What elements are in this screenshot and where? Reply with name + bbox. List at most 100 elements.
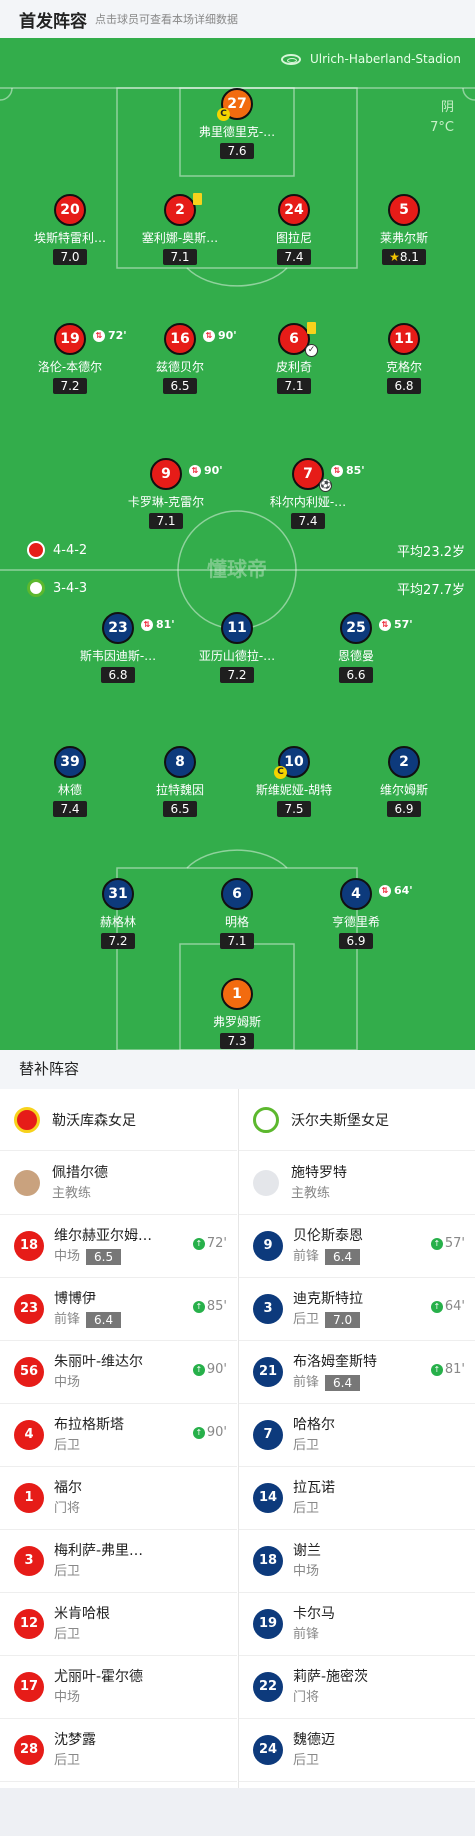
away-player-2[interactable]: 2 维尔姆斯 6.9 (349, 746, 459, 817)
player-number: 21 (253, 1357, 283, 1387)
player-rating: 7.5 (277, 801, 311, 817)
player-rating: 7.6 (220, 143, 254, 159)
bench-player-row[interactable]: 28 沈梦露 后卫 (0, 1719, 237, 1782)
home-coach[interactable]: 佩措尔德 主教练 (0, 1151, 237, 1215)
bench-player-row[interactable]: 23 博博伊 前锋 6.4 ↑ 85' (0, 1278, 237, 1341)
bench-player-row[interactable]: 7 哈格尔 后卫 (239, 1404, 475, 1467)
home-player-2[interactable]: 2 塞利娜-奥斯… 7.1 (125, 193, 235, 265)
sub-out-badge: ⇅ 57' (379, 611, 413, 639)
player-rating: 7.1 (220, 933, 254, 949)
player-name: 弗罗姆斯 (212, 1015, 261, 1029)
bench-player-row[interactable]: 19 卡尔马 前锋 (239, 1593, 475, 1656)
home-player-20[interactable]: 20 埃斯特雷利… 7.0 (15, 194, 125, 265)
away-player-39[interactable]: 39 林德 7.4 (15, 746, 125, 817)
player-number: 6 (221, 878, 253, 910)
sub-in-icon: ↑ (192, 1237, 205, 1250)
home-formation: 4-4-2 (53, 542, 88, 558)
home-player-9[interactable]: 9 ⇅ 90' 卡罗琳-克雷尔 7.1 (111, 458, 223, 529)
player-name: 尤丽叶-霍尔德 (54, 1668, 144, 1685)
player-number: 23 ⇅ 81' (102, 612, 175, 644)
player-position: 前锋 6.4 (293, 1247, 405, 1267)
bench-player-row[interactable]: 9 贝伦斯泰恩 前锋 6.4 ↑ 57' (239, 1215, 475, 1278)
away-player-23[interactable]: 23 ⇅ 81' 斯韦因迪斯-… 6.8 (63, 612, 175, 683)
player-position: 后卫 (293, 1500, 320, 1516)
player-name: 斯韦因迪斯-… (79, 649, 157, 663)
player-name: 赫格林 (99, 915, 136, 929)
player-number: 22 (253, 1672, 283, 1702)
bench-player-row[interactable]: 3 迪克斯特拉 后卫 7.0 ↑ 64' (239, 1278, 475, 1341)
player-name: 洛伦-本德尔 (37, 360, 103, 374)
leverkusen-logo-icon (27, 541, 45, 559)
player-rating: 6.4 (86, 1311, 122, 1328)
player-rating: 7.1 (277, 378, 311, 394)
player-number: 31 (102, 878, 134, 910)
bench-player-row[interactable]: 1 福尔 门将 (0, 1467, 237, 1530)
player-position: 门将 (293, 1689, 320, 1705)
away-team-header[interactable]: 沃尔夫斯堡女足 (239, 1089, 475, 1151)
player-number: 2 (164, 193, 202, 226)
player-name: 维尔姆斯 (379, 783, 428, 797)
bench-player-row[interactable]: 56 朱丽叶-维达尔 中场 ↑ 90' (0, 1341, 237, 1404)
away-coach[interactable]: 施特罗特 主教练 (239, 1151, 475, 1215)
home-player-19[interactable]: 19 ⇅ 72' 洛伦-本德尔 7.2 (15, 322, 127, 394)
bench-player-row[interactable]: 18 维尔赫亚尔姆… 中场 6.5 ↑ 72' (0, 1215, 237, 1278)
player-number: 18 (14, 1231, 44, 1261)
lineup-hint: 点击球员可查看本场详细数据 (95, 13, 238, 26)
home-player-16[interactable]: 16 ⇅ 90' 兹德贝尔 6.5 (125, 323, 237, 394)
away-player-1[interactable]: 1 弗罗姆斯 7.3 (182, 978, 292, 1049)
bench-player-row[interactable]: 14 拉瓦诺 后卫 (239, 1467, 475, 1530)
player-number: 3 (253, 1294, 283, 1324)
star-icon: ★ (389, 250, 400, 264)
home-player-24[interactable]: 24 图拉尼 7.4 (239, 194, 349, 265)
home-team-name: 勒沃库森女足 (52, 1112, 136, 1129)
player-name: 梅利萨-弗里… (54, 1542, 144, 1559)
sub-in-icon: ↑ (192, 1363, 205, 1376)
sub-in-time: ↑ 90' (192, 1425, 227, 1440)
bench-player-row[interactable]: 18 谢兰 中场 (239, 1530, 475, 1593)
sub-in-icon: ↑ (430, 1237, 443, 1250)
player-name: 沈梦露 (54, 1731, 96, 1748)
home-player-6[interactable]: 6 ✓ 皮利奇 7.1 (239, 322, 349, 394)
player-position: 中场 (54, 1689, 81, 1705)
player-name: 塞利娜-奥斯… (141, 231, 219, 245)
bench-player-row[interactable]: 12 米肯哈根 后卫 (0, 1593, 237, 1656)
away-player-4[interactable]: 4 ⇅ 64' 亨德里希 6.9 (301, 878, 413, 949)
away-player-11[interactable]: 11 亚历山德拉-… 7.2 (182, 612, 292, 683)
away-player-25[interactable]: 25 ⇅ 57' 恩德曼 6.6 (301, 612, 413, 683)
sub-out-icon: ⇅ (93, 330, 105, 342)
bench-player-row[interactable]: 21 布洛姆奎斯特 前锋 6.4 ↑ 81' (239, 1341, 475, 1404)
home-player-5[interactable]: 5 莱弗尔斯 ★8.1 (349, 194, 459, 265)
player-number: 7 (253, 1420, 283, 1450)
away-player-10[interactable]: 10 C 斯维妮娅-胡特 7.5 (239, 746, 349, 817)
yellow-card-icon (307, 322, 316, 334)
bench-player-row[interactable]: 3 梅利萨-弗里… 后卫 (0, 1530, 237, 1593)
player-number: 11 (221, 612, 253, 644)
player-rating: 6.4 (325, 1374, 361, 1391)
bench-player-row[interactable]: 22 莉萨-施密茨 门将 (239, 1656, 475, 1719)
player-name: 布洛姆奎斯特 (293, 1353, 377, 1370)
lineup-header: 首发阵容 点击球员可查看本场详细数据 (0, 0, 475, 38)
away-player-31[interactable]: 31 赫格林 7.2 (63, 878, 173, 949)
bench-player-row[interactable]: 24 魏德迈 后卫 (239, 1719, 475, 1782)
player-number: 16 ⇅ 90' (164, 323, 237, 355)
player-number: 25 ⇅ 57' (340, 612, 413, 644)
away-player-6[interactable]: 6 明格 7.1 (182, 878, 292, 949)
player-name: 明格 (224, 915, 249, 929)
player-position: 前锋 6.4 (54, 1310, 166, 1330)
bench-player-row[interactable]: 17 尤丽叶-霍尔德 中场 (0, 1656, 237, 1719)
sub-in-icon: ↑ (430, 1300, 443, 1313)
player-name: 哈格尔 (293, 1416, 335, 1433)
coach-role: 主教练 (291, 1185, 331, 1201)
home-player-7[interactable]: 7 ⇅ 85' ⚽ 科尔内利娅-… 7.4 (253, 458, 365, 529)
yellow-card-icon (193, 193, 202, 205)
away-player-8[interactable]: 8 拉特魏因 6.5 (125, 746, 235, 817)
bench-player-row[interactable]: 4 布拉格斯塔 后卫 ↑ 90' (0, 1404, 237, 1467)
sub-out-badge: ⇅ 72' (93, 322, 127, 350)
home-player-11[interactable]: 11 克格尔 6.8 (349, 323, 459, 394)
player-number: 27 C (217, 88, 253, 121)
home-player-27[interactable]: 27 C 弗里德里克-… 7.6 (182, 88, 292, 159)
home-team-header[interactable]: 勒沃库森女足 (0, 1089, 237, 1151)
sub-out-icon: ⇅ (203, 330, 215, 342)
player-number: 19 (253, 1609, 283, 1639)
player-rating: ★8.1 (382, 249, 426, 265)
